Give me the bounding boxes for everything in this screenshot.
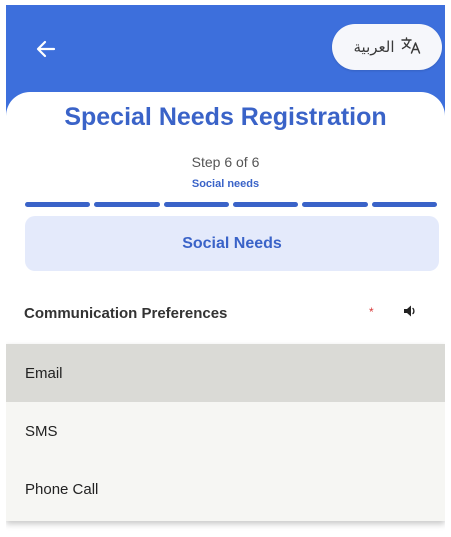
required-indicator: * [369,305,374,319]
step-indicator: Step 6 of 6 [191,154,260,170]
progress-segment [232,202,299,207]
back-button[interactable] [28,33,64,69]
progress-segment [163,202,229,207]
dropdown-option-sms[interactable]: SMS [6,402,445,460]
step-name: Social needs [191,178,260,190]
language-toggle-button[interactable]: العربية [332,24,442,70]
dropdown-menu: Email SMS Phone Call [6,344,445,521]
speaker-icon [403,304,417,323]
progress-segment [25,202,91,207]
arrow-left-icon [36,40,56,63]
dropdown-option-phone-call[interactable]: Phone Call [6,460,445,518]
translate-icon [400,36,421,59]
field-label: Communication Preferences [24,305,228,322]
section-header: Social Needs [25,216,439,271]
step-progress-bar [25,202,437,207]
page-title: Special Needs Registration [64,103,387,131]
progress-segment [302,202,368,207]
dropdown-option-email[interactable]: Email [6,344,445,402]
language-label: العربية [353,38,395,56]
progress-segment [94,202,160,207]
read-aloud-button[interactable] [399,303,421,323]
section-title: Social Needs [182,234,282,252]
progress-segment [371,202,437,207]
app-screen: العربية Special Needs Registration Step … [6,5,445,537]
